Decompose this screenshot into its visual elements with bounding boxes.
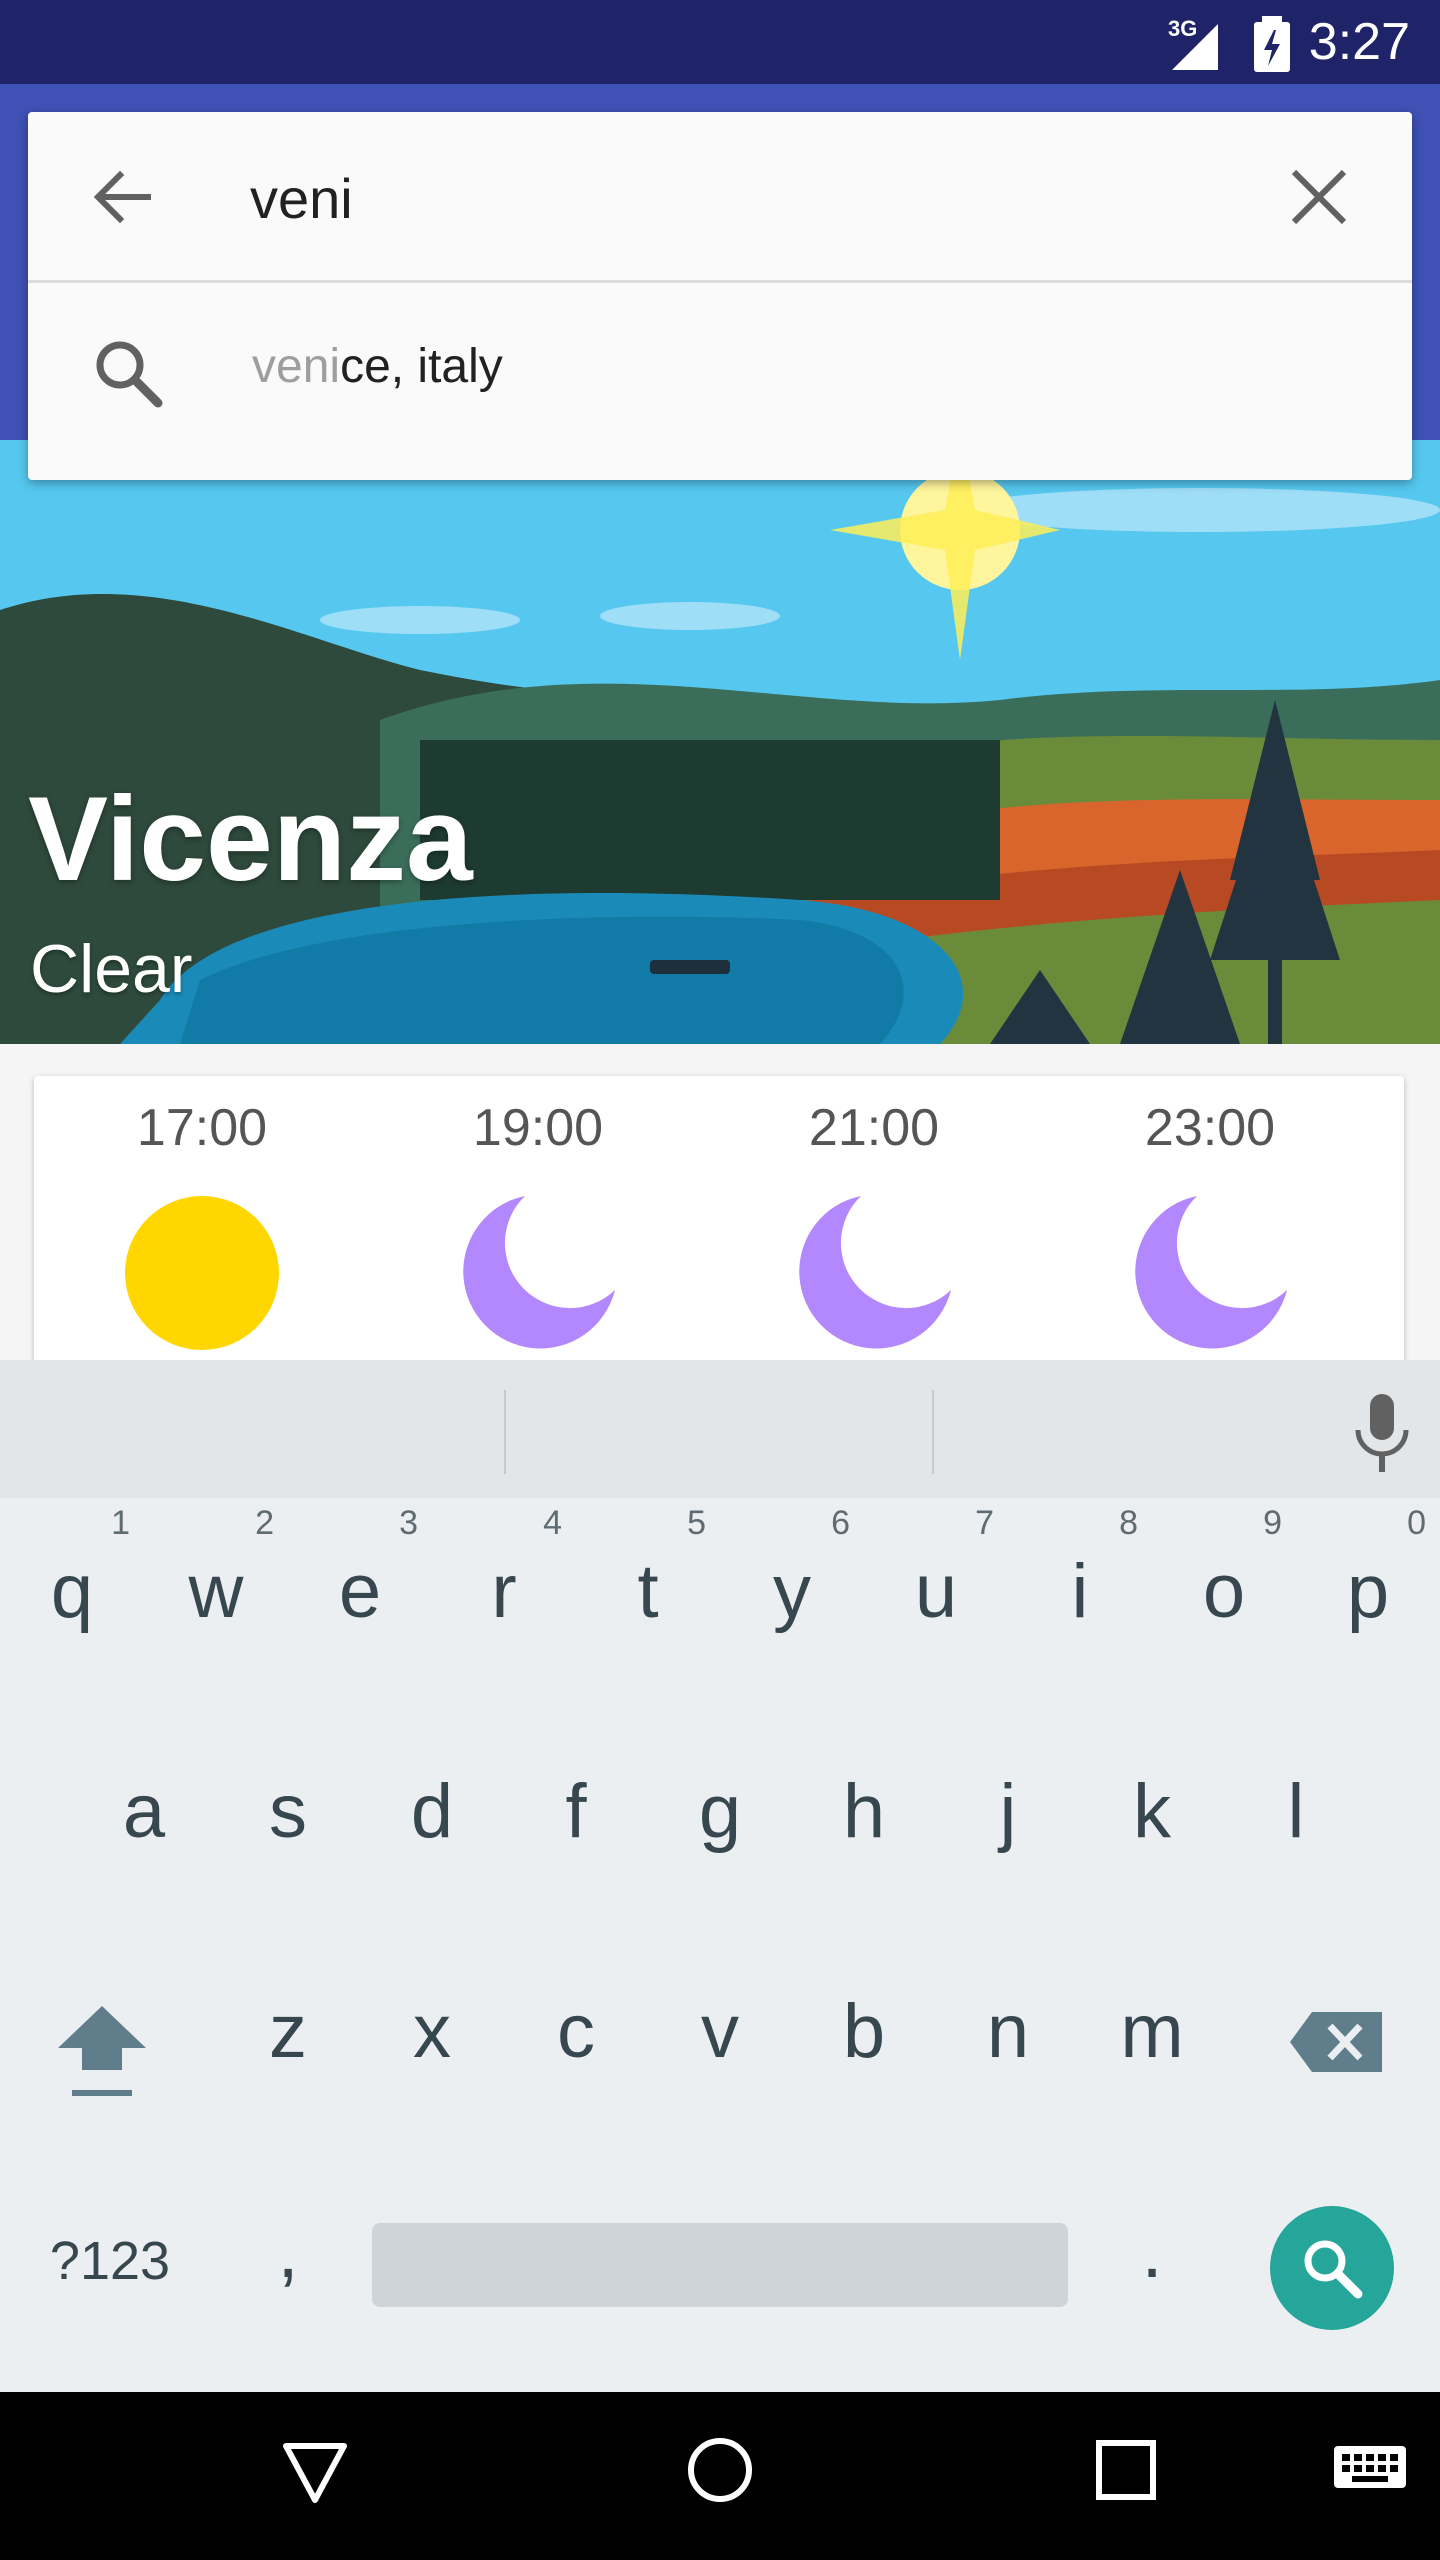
weather-hero-illustration xyxy=(0,440,1440,1044)
key-n[interactable]: n xyxy=(936,1940,1080,2140)
moon-icon xyxy=(463,1196,615,1349)
forecast-time: 17:00 xyxy=(136,1099,268,1157)
moon-icon xyxy=(1135,1196,1287,1349)
home-icon[interactable] xyxy=(686,2436,754,2504)
backspace-key[interactable] xyxy=(1270,1940,1414,2140)
recents-icon[interactable] xyxy=(1096,2440,1156,2500)
status-time: 3:27 xyxy=(1308,13,1410,71)
key-r[interactable]: 4r xyxy=(432,1500,576,1700)
key-k[interactable]: k xyxy=(1080,1720,1224,1920)
key-f[interactable]: f xyxy=(504,1720,648,1920)
back-icon[interactable] xyxy=(282,2442,348,2504)
symbols-key[interactable]: ?123 xyxy=(20,2160,200,2360)
suggestion-rest-text: ce, italy xyxy=(340,340,503,393)
key-b[interactable]: b xyxy=(792,1940,936,2140)
key-w[interactable]: 2w xyxy=(144,1500,288,1700)
key-s[interactable]: s xyxy=(216,1720,360,1920)
search-icon xyxy=(96,341,163,408)
search-card: venice, italy xyxy=(28,112,1412,480)
close-icon[interactable] xyxy=(1286,164,1352,230)
key-x[interactable]: x xyxy=(360,1940,504,2140)
key-d[interactable]: d xyxy=(360,1720,504,1920)
key-c[interactable]: c xyxy=(504,1940,648,2140)
key-g[interactable]: g xyxy=(648,1720,792,1920)
shift-icon xyxy=(58,2006,146,2096)
forecast-slot: 23:00 xyxy=(1042,1076,1378,1354)
search-input[interactable] xyxy=(250,158,1150,238)
strip-divider xyxy=(504,1390,506,1474)
search-icon xyxy=(1304,2240,1363,2299)
key-j[interactable]: j xyxy=(936,1720,1080,1920)
forecast-time: 23:00 xyxy=(1144,1099,1276,1157)
key-i[interactable]: 8i xyxy=(1008,1500,1152,1700)
space-key[interactable] xyxy=(372,2223,1068,2307)
suggestion-matched-text: veni xyxy=(252,340,341,393)
strip-divider xyxy=(932,1390,934,1474)
signal-icon: 3G xyxy=(1168,16,1218,70)
key-p[interactable]: 0p xyxy=(1296,1500,1440,1700)
weather-condition: Clear xyxy=(30,931,193,1007)
key-e[interactable]: 3e xyxy=(288,1500,432,1700)
forecast-time: 21:00 xyxy=(808,1099,940,1157)
forecast-slot: 17:00 xyxy=(34,1076,370,1354)
hourly-forecast-card: 17:00 19:00 21:00 23:00 xyxy=(34,1076,1404,1376)
status-bar: 3G 3:27 xyxy=(0,0,1440,84)
key-l[interactable]: l xyxy=(1224,1720,1368,1920)
backspace-icon xyxy=(1290,2012,1382,2072)
city-name: Vicenza xyxy=(28,772,473,906)
forecast-slot: 21:00 xyxy=(706,1076,1042,1354)
key-q[interactable]: 1q xyxy=(0,1500,144,1700)
key-y[interactable]: 6y xyxy=(720,1500,864,1700)
forecast-slot: 19:00 xyxy=(370,1076,706,1354)
key-o[interactable]: 9o xyxy=(1152,1500,1296,1700)
key-h[interactable]: h xyxy=(792,1720,936,1920)
key-t[interactable]: 5t xyxy=(576,1500,720,1700)
key-z[interactable]: z xyxy=(216,1940,360,2140)
shift-key[interactable] xyxy=(30,1940,174,2140)
network-type: 3G xyxy=(1168,16,1197,41)
forecast-time: 19:00 xyxy=(472,1099,604,1157)
microphone-icon[interactable] xyxy=(1352,1394,1412,1474)
soft-keyboard: 1q 2w 3e 4r 5t 6y 7u 8i 9o 0p a s d f g … xyxy=(0,1360,1440,2392)
search-action-key[interactable] xyxy=(1270,2206,1394,2330)
key-m[interactable]: m xyxy=(1080,1940,1224,2140)
navigation-bar xyxy=(0,2392,1440,2560)
key-v[interactable]: v xyxy=(648,1940,792,2140)
comma-key[interactable]: , xyxy=(216,2160,360,2360)
keyboard-icon[interactable] xyxy=(1334,2446,1406,2496)
arrow-back-icon[interactable] xyxy=(88,162,158,232)
suggestion-text: venice, italy xyxy=(252,339,503,394)
moon-icon xyxy=(799,1196,951,1349)
keyboard-suggestion-strip xyxy=(0,1360,1440,1498)
key-u[interactable]: 7u xyxy=(864,1500,1008,1700)
key-a[interactable]: a xyxy=(72,1720,216,1920)
sun-icon xyxy=(125,1196,279,1350)
battery-icon xyxy=(1254,16,1290,72)
search-bar xyxy=(28,112,1412,283)
period-key[interactable]: . xyxy=(1080,2160,1224,2360)
search-suggestion[interactable]: venice, italy xyxy=(28,283,1412,480)
